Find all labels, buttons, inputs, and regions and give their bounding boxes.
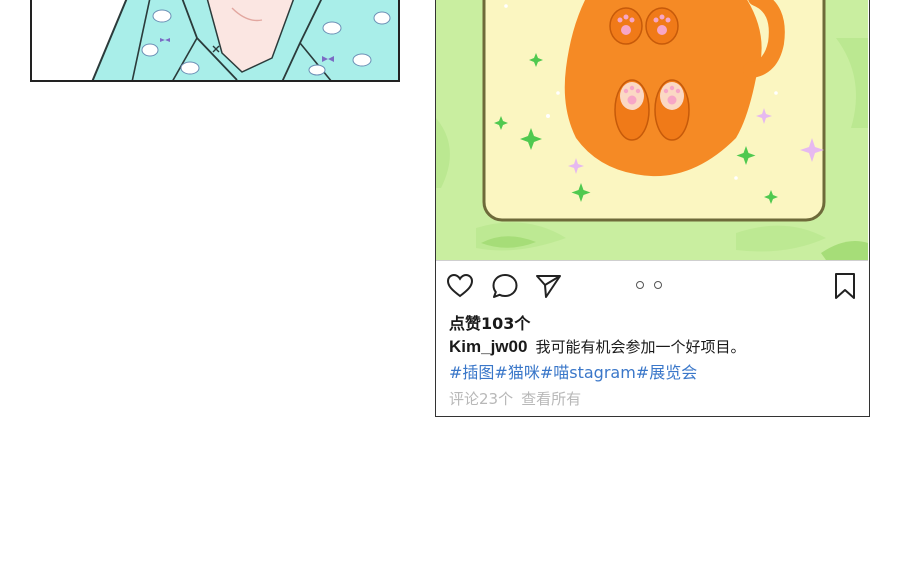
likes-count[interactable]: 点赞103个: [449, 310, 530, 334]
post-action-bar: [436, 262, 868, 308]
social-post-card: 点赞103个 Kim_jw00 我可能有机会参加一个好项目。 #插图#猫咪#喵st…: [435, 0, 870, 417]
carousel-dot[interactable]: [636, 281, 644, 289]
page: 点赞103个 Kim_jw00 我可能有机会参加一个好项目。 #插图#猫咪#喵st…: [0, 0, 900, 568]
hashtag-link[interactable]: #展览会: [636, 363, 697, 382]
hashtag-list: #插图#猫咪#喵stagram#展览会: [449, 359, 697, 383]
caption-line: Kim_jw00 我可能有机会参加一个好项目。: [449, 336, 745, 357]
carousel-indicator[interactable]: [636, 281, 668, 291]
heart-icon[interactable]: [446, 272, 474, 300]
view-all-comments[interactable]: 查看所有: [521, 390, 581, 408]
bookmark-icon[interactable]: [831, 272, 859, 300]
cat-illustration: [436, 0, 868, 260]
view-comments-link[interactable]: 评论23个 查看所有: [449, 388, 581, 409]
post-image[interactable]: [436, 0, 868, 261]
send-icon[interactable]: [534, 272, 562, 300]
comic-character-illustration: [91, 0, 398, 80]
carousel-dot[interactable]: [654, 281, 662, 289]
post-username[interactable]: Kim_jw00: [449, 337, 527, 356]
comment-icon[interactable]: [491, 272, 519, 300]
hashtag-link[interactable]: #插图: [449, 363, 494, 382]
comic-panel-left: [30, 0, 400, 82]
comments-count[interactable]: 评论23个: [449, 390, 513, 408]
caption-text: 我可能有机会参加一个好项目。: [535, 338, 746, 356]
hashtag-link[interactable]: #猫咪: [494, 363, 539, 382]
hashtag-link[interactable]: #喵stagram: [540, 363, 636, 382]
